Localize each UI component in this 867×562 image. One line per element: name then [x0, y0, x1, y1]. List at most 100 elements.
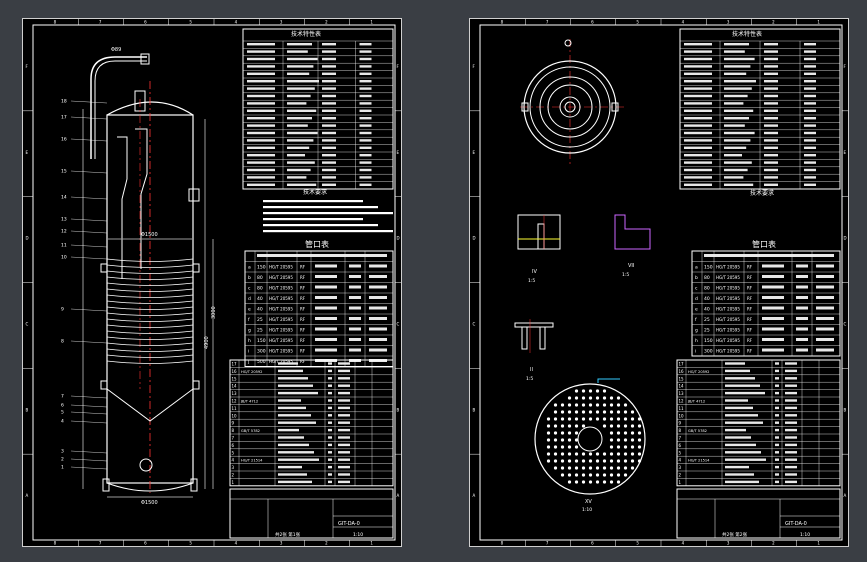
part-number: 12 — [61, 229, 67, 235]
nozzle-table-title: 管口表 — [305, 239, 329, 249]
coil-turn — [106, 312, 194, 316]
zone-letter-left: B — [473, 407, 476, 412]
zone-letter-left: D — [473, 236, 476, 241]
dim-shell-dia: Φ1500 — [141, 232, 158, 238]
nozzle-face: RF — [300, 307, 306, 312]
nozzle-std: HG/T 20595 — [269, 328, 293, 333]
bom-item-no: 7 — [679, 436, 682, 441]
bom-item-no: 2 — [232, 473, 235, 478]
part-number: 18 — [61, 99, 67, 105]
nozzle-id: h — [248, 338, 251, 344]
nozzle-id: i — [695, 349, 696, 355]
nozzle-std: HG/T 20595 — [716, 265, 740, 270]
bom-item-no: 13 — [679, 391, 685, 396]
dim-height-a: 3000 — [211, 306, 217, 319]
nozzle-face: RF — [300, 265, 306, 270]
bom-item-no: 5 — [679, 450, 682, 455]
zone-letter-left: E — [473, 150, 476, 155]
bom-item-no: 13 — [232, 391, 238, 396]
zone-letter-right: A — [844, 493, 847, 498]
bom-item-no: 17 — [232, 362, 238, 367]
nozzle-dn: 300 — [257, 349, 266, 355]
bom-item-no: 2 — [679, 473, 682, 478]
nozzle-face: RF — [300, 328, 306, 333]
note-line — [263, 224, 378, 227]
perforated-plate: XV 1:10 — [534, 378, 646, 513]
part-number: 16 — [61, 137, 67, 143]
zone-letter-right: D — [397, 236, 400, 241]
nozzle-std: HG/T 20595 — [716, 275, 740, 280]
part-number: 7 — [61, 394, 64, 400]
vessel-shell — [106, 114, 194, 484]
coil-turn — [106, 318, 194, 322]
zone-number-top: 4 — [682, 20, 685, 25]
nozzle-face: RF — [747, 296, 753, 301]
leader-line — [70, 196, 108, 200]
leader-line — [70, 340, 108, 344]
zone-number-top: 5 — [636, 20, 639, 25]
zone-letter-right: C — [397, 321, 400, 326]
zone-number-bottom: 4 — [235, 541, 238, 546]
spec-table: 技术特性表 — [242, 28, 394, 190]
zone-number-bottom: 2 — [325, 541, 328, 546]
nozzle-table: a 150 HG/T 20595 RFb 80 HG/T 20595 RFc 80 HG/T 2… — [691, 250, 841, 357]
sheet-left-svg: 8877665544332211F FE ED DC CB BA A 12345… — [23, 19, 401, 546]
bom-item-no: 3 — [232, 465, 235, 470]
leader-line — [70, 466, 108, 470]
nozzle-id: d — [248, 296, 251, 302]
part-number: 8 — [61, 339, 64, 345]
nozzle-std: HG/T 20595 — [716, 296, 740, 301]
zone-number-top: 7 — [546, 20, 549, 25]
zone-letter-left: A — [473, 493, 476, 498]
pipe-flange — [140, 53, 150, 65]
bom-standard: HG/T 20592 — [688, 370, 709, 374]
nozzle-std: HG/T 20595 — [269, 265, 293, 270]
title-block: GIT-DA-0 1:10 共2张 第2张 — [676, 488, 841, 539]
bom-standard: JB/T 4712 — [687, 400, 705, 404]
bom-item-no: 8 — [679, 428, 682, 433]
bom-item-no: 14 — [232, 384, 238, 389]
bom-item-no: 6 — [679, 443, 682, 448]
bom-item-no: 11 — [679, 406, 685, 411]
bom-item-no: 5 — [232, 450, 235, 455]
part-number: 3 — [61, 449, 64, 455]
part-number: 4 — [61, 419, 64, 425]
part-number: 10 — [61, 255, 67, 261]
spec-table-title: 技术特性表 — [291, 30, 321, 38]
zone-number-top: 2 — [772, 20, 775, 25]
drawing-number: GIT-DA-0 — [338, 521, 360, 527]
detail-xv-label: XV — [585, 499, 592, 505]
part-number: 14 — [61, 195, 67, 201]
bom-item-no: 16 — [232, 369, 238, 374]
part-number: 9 — [61, 307, 64, 313]
nozzle-face: RF — [300, 296, 306, 301]
side-nozzle — [100, 380, 108, 390]
leader-line — [70, 308, 108, 312]
zone-number-top: 5 — [189, 20, 192, 25]
zone-number-top: 3 — [727, 20, 730, 25]
nozzle-face: RF — [747, 317, 753, 322]
nozzle-std: HG/T 20595 — [269, 296, 293, 301]
cyclone-right — [135, 128, 148, 269]
bom-standard: HG/T 21514 — [241, 459, 263, 463]
drawing-sheet-right: 8877665544332211FFEEDDCCBBAA IV 1:5 VII … — [469, 18, 849, 547]
nozzle-dn: 150 — [257, 265, 266, 271]
bom-item-no: 15 — [679, 376, 685, 381]
bom-item-no: 8 — [232, 428, 235, 433]
bom-standard: HG/T 20592 — [241, 370, 262, 374]
leader-line — [70, 138, 108, 142]
detail-vii-label: VII — [628, 263, 634, 269]
leader-line — [70, 420, 108, 424]
gooseneck-pipe — [90, 56, 147, 159]
detail-iv: IV 1:5 — [517, 214, 561, 284]
bom-item-no: 3 — [679, 465, 682, 470]
zone-letter-right: B — [397, 407, 400, 412]
bom-item-no: 6 — [232, 443, 235, 448]
zone-letter-left: D — [26, 236, 29, 241]
note-line — [263, 212, 393, 215]
detail-ii-scale: 1:5 — [526, 376, 533, 382]
zone-number-bottom: 6 — [591, 541, 594, 546]
spec-table-title: 技术特性表 — [732, 30, 762, 38]
coil-turn — [106, 360, 194, 364]
nozzle-dn: 25 — [257, 328, 263, 334]
